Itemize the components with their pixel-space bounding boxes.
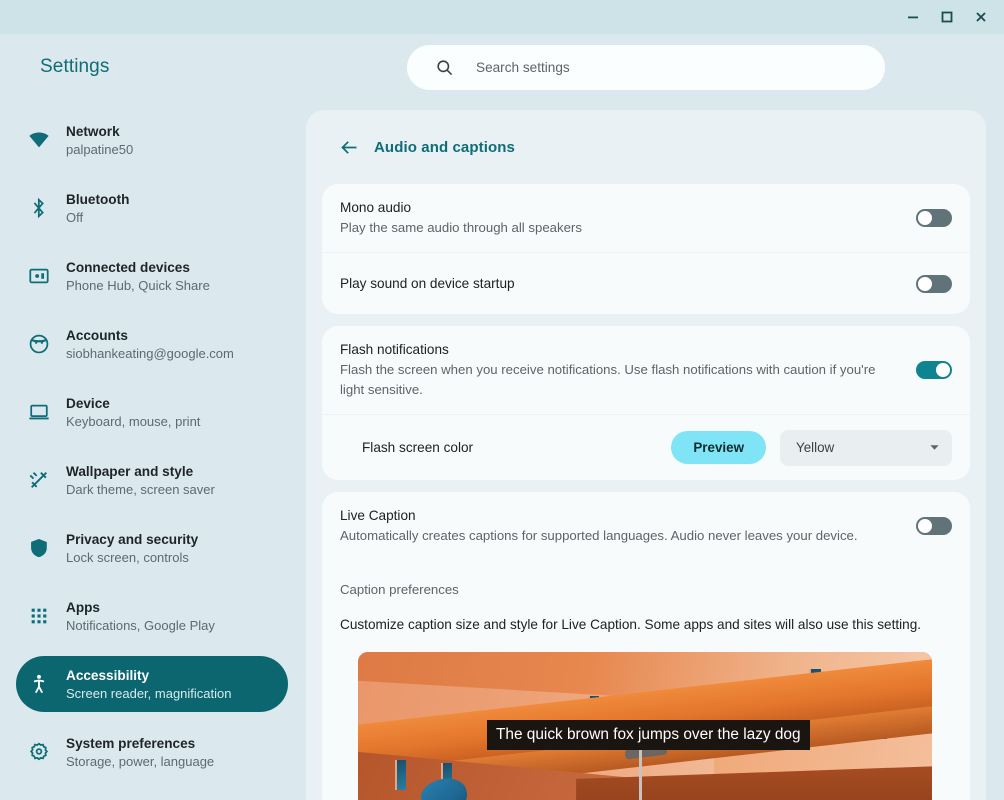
flash-notifications-card: Flash notifications Flash the screen whe… (322, 326, 970, 480)
setting-description: Flash the screen when you receive notifi… (340, 360, 886, 400)
caption-preview-image: The quick brown fox jumps over the lazy … (358, 652, 932, 800)
sidebar-item-sublabel: Notifications, Google Play (66, 617, 215, 634)
page-header: Audio and captions (306, 110, 986, 184)
setting-title: Play sound on device startup (340, 274, 886, 294)
sidebar-item-accessibility[interactable]: Accessibility Screen reader, magnificati… (16, 656, 288, 712)
bluetooth-icon (28, 197, 50, 219)
flash-screen-color-select[interactable]: Yellow (780, 430, 952, 466)
preview-button[interactable]: Preview (671, 431, 766, 464)
mono-audio-toggle[interactable] (916, 209, 952, 227)
gear-icon (28, 741, 50, 763)
toggle-knob (936, 363, 950, 377)
accessibility-icon (28, 673, 50, 695)
wallpaper-brush-icon (28, 469, 50, 491)
sidebar-item-sublabel: Screen reader, magnification (66, 685, 231, 702)
chevron-down-icon (929, 442, 940, 453)
live-caption-toggle[interactable] (916, 517, 952, 535)
laptop-icon (28, 401, 50, 423)
setting-title: Live Caption (340, 506, 886, 526)
app-title: Settings (40, 56, 109, 78)
sidebar-item-label: Accounts (66, 327, 234, 344)
caption-preferences-section: Caption preferences Customize caption si… (322, 560, 970, 800)
sidebar-item-label: Apps (66, 599, 215, 616)
search-input[interactable] (476, 60, 856, 75)
startup-sound-row[interactable]: Play sound on device startup (322, 252, 970, 314)
sidebar-item-system-preferences[interactable]: System preferences Storage, power, langu… (16, 724, 288, 780)
sidebar-item-sublabel: Storage, power, language (66, 753, 214, 770)
sidebar-item-label: Wallpaper and style (66, 463, 215, 480)
window-titlebar (0, 0, 1004, 34)
sidebar-item-wallpaper-and-style[interactable]: Wallpaper and style Dark theme, screen s… (16, 452, 288, 508)
sidebar-nav: Network palpatine50 Bluetooth Off (16, 112, 288, 792)
sidebar-item-label: Network (66, 123, 133, 140)
sidebar-item-privacy-and-security[interactable]: Privacy and security Lock screen, contro… (16, 520, 288, 576)
sidebar-item-sublabel: Dark theme, screen saver (66, 481, 215, 498)
flash-notifications-toggle[interactable] (916, 361, 952, 379)
toggle-knob (918, 277, 932, 291)
sidebar-item-label: System preferences (66, 735, 214, 752)
flash-screen-color-label: Flash screen color (362, 440, 671, 455)
apps-grid-icon (28, 605, 50, 627)
toggle-knob (918, 211, 932, 225)
flash-screen-color-row: Flash screen color Preview Yellow (322, 414, 970, 480)
sidebar-item-network[interactable]: Network palpatine50 (16, 112, 288, 168)
preview-caption-text: The quick brown fox jumps over the lazy … (487, 720, 810, 750)
sidebar-item-label: Device (66, 395, 200, 412)
caption-preferences-description: Customize caption size and style for Liv… (338, 617, 952, 632)
sidebar-item-connected-devices[interactable]: Connected devices Phone Hub, Quick Share (16, 248, 288, 304)
startup-sound-toggle[interactable] (916, 275, 952, 293)
mono-audio-row[interactable]: Mono audio Play the same audio through a… (322, 184, 970, 252)
setting-description: Play the same audio through all speakers (340, 218, 886, 238)
maximize-button[interactable] (930, 2, 964, 32)
page-title: Audio and captions (374, 139, 515, 156)
sidebar-item-accounts[interactable]: Accounts siobhankeating@google.com (16, 316, 288, 372)
main-content-card: Audio and captions Mono audio Play the s… (306, 110, 986, 800)
sidebar-item-label: Bluetooth (66, 191, 129, 208)
live-caption-row[interactable]: Live Caption Automatically creates capti… (322, 492, 970, 560)
sidebar-item-label: Connected devices (66, 259, 210, 276)
sidebar-item-sublabel: Keyboard, mouse, print (66, 413, 200, 430)
shield-icon (28, 537, 50, 559)
sidebar-item-sublabel: Phone Hub, Quick Share (66, 277, 210, 294)
search-icon (435, 58, 454, 77)
setting-description: Automatically creates captions for suppo… (340, 526, 886, 546)
minimize-button[interactable] (896, 2, 930, 32)
close-button[interactable] (964, 2, 998, 32)
sidebar-item-bluetooth[interactable]: Bluetooth Off (16, 180, 288, 236)
connected-devices-icon (28, 265, 50, 287)
live-caption-card: Live Caption Automatically creates capti… (322, 492, 970, 800)
sidebar-item-label: Accessibility (66, 667, 231, 684)
setting-title: Flash notifications (340, 340, 886, 360)
audio-settings-card: Mono audio Play the same audio through a… (322, 184, 970, 314)
sidebar-item-apps[interactable]: Apps Notifications, Google Play (16, 588, 288, 644)
wifi-icon (28, 129, 50, 151)
sidebar-item-label: Privacy and security (66, 531, 198, 548)
sidebar-item-device[interactable]: Device Keyboard, mouse, print (16, 384, 288, 440)
toggle-knob (918, 519, 932, 533)
flash-notifications-row[interactable]: Flash notifications Flash the screen whe… (322, 326, 970, 414)
sidebar-item-sublabel: Lock screen, controls (66, 549, 198, 566)
sidebar-item-sublabel: Off (66, 209, 129, 226)
caption-preferences-label: Caption preferences (338, 582, 952, 597)
sidebar: Settings Network palpatine50 Bluetooth O… (0, 34, 304, 800)
sidebar-item-sublabel: siobhankeating@google.com (66, 345, 234, 362)
search-bar[interactable] (407, 45, 885, 90)
selected-color-value: Yellow (796, 440, 929, 455)
setting-title: Mono audio (340, 198, 886, 218)
arrow-left-icon[interactable] (339, 137, 360, 158)
account-icon (28, 333, 50, 355)
sidebar-item-sublabel: palpatine50 (66, 141, 133, 158)
